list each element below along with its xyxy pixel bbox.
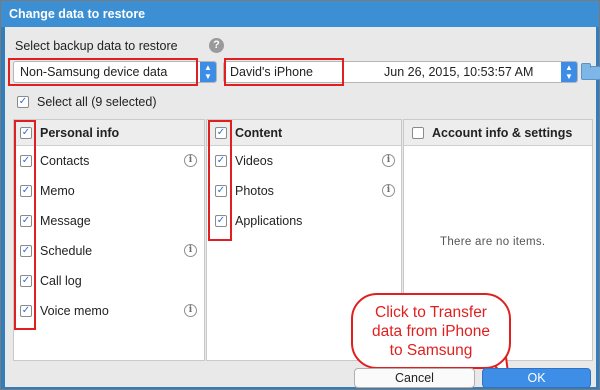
up-down-chevron-icon: ▲ ▼ <box>200 62 216 82</box>
ok-button[interactable]: OK <box>482 368 591 388</box>
personal-item-label: Voice memo <box>40 304 109 318</box>
callout-line-1: Click to Transfer <box>375 304 487 321</box>
callout-line-3: to Samsung <box>389 342 473 359</box>
cancel-button[interactable]: Cancel <box>354 368 475 388</box>
info-circle-icon[interactable]: i <box>382 154 395 167</box>
panel-account-info-header: ✓ Account info & settings <box>404 120 592 146</box>
backup-label: Select backup data to restore <box>15 39 178 53</box>
annotation-callout: Click to Transfer data from iPhone to Sa… <box>351 293 511 369</box>
panel-account-info-title: Account info & settings <box>432 126 573 140</box>
panel-personal-info: ✓ Personal info ✓ Contacts i ✓ Memo ✓ Message ✓… <box>13 119 205 361</box>
personal-item-label: Call log <box>40 274 82 288</box>
annotation-box-personal-checkboxes <box>14 120 36 330</box>
empty-items-text: There are no items. <box>440 236 546 248</box>
annotation-box-source <box>8 58 198 86</box>
window-frame: Change data to restore Select backup dat… <box>0 0 600 390</box>
select-all-label: Select all (9 selected) <box>37 95 157 109</box>
info-circle-icon[interactable]: i <box>382 184 395 197</box>
panel-content-header: ✓ Content <box>207 120 401 146</box>
select-all-checkbox[interactable]: ✓ <box>17 96 29 108</box>
panel-personal-info-header: ✓ Personal info <box>14 120 204 146</box>
info-circle-icon[interactable]: i <box>184 244 197 257</box>
question-circle-icon[interactable]: ? <box>209 38 224 53</box>
personal-item-label: Message <box>40 214 91 228</box>
info-circle-icon[interactable]: i <box>184 304 197 317</box>
date-select-value: Jun 26, 2015, 10:53:57 AM <box>384 65 534 79</box>
content-item-label: Applications <box>235 214 303 228</box>
window-title: Change data to restore <box>1 1 599 27</box>
panel-content-title: Content <box>235 126 283 140</box>
content-item-label: Videos <box>235 154 273 168</box>
folder-icon[interactable] <box>581 63 600 80</box>
panel-personal-info-title: Personal info <box>40 126 120 140</box>
up-down-chevron-icon: ▲ ▼ <box>561 62 577 82</box>
info-circle-icon[interactable]: i <box>184 154 197 167</box>
callout-line-2: data from iPhone <box>371 323 491 340</box>
annotation-box-device <box>224 58 344 86</box>
personal-item-label: Contacts <box>40 154 90 168</box>
content-item-label: Photos <box>235 184 274 198</box>
account-info-checkbox[interactable]: ✓ <box>412 127 424 139</box>
annotation-box-content-checkboxes <box>208 120 232 241</box>
personal-item-label: Memo <box>40 184 75 198</box>
restore-dialog: Select backup data to restore ? Non-Sams… <box>5 27 600 388</box>
personal-item-label: Schedule <box>40 244 93 258</box>
